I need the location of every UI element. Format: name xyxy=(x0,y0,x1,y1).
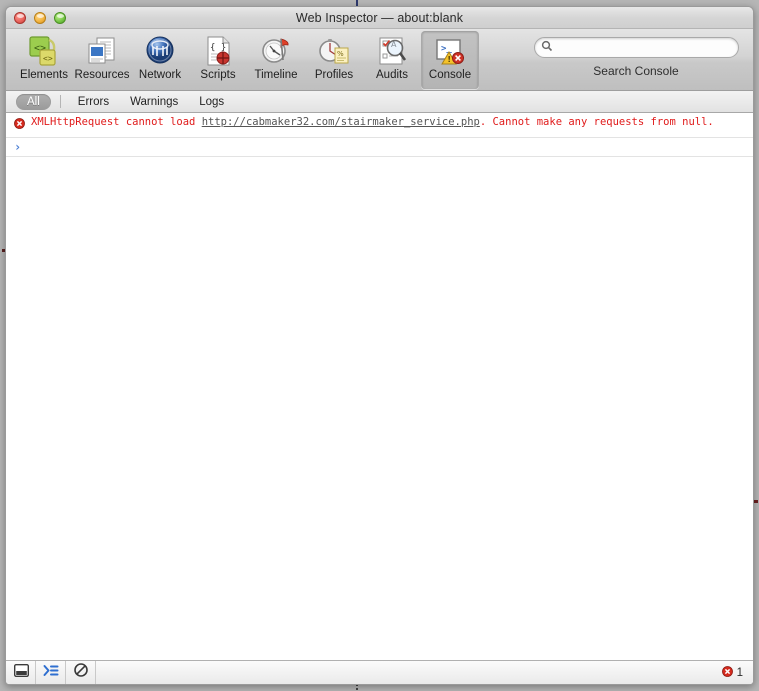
inspector-toolbar: <> <> Elements Resources Network {} Scr… xyxy=(6,29,753,91)
search-field[interactable] xyxy=(533,37,739,58)
message-text-after: . Cannot make any requests from null. xyxy=(479,116,714,128)
status-button-group xyxy=(6,661,96,684)
profiles-icon: % xyxy=(317,34,351,68)
panel-button-group: <> <> Elements Resources Network {} Scr… xyxy=(6,29,479,89)
panel-button-profiles[interactable]: % Profiles xyxy=(305,31,363,89)
filter-warnings[interactable]: Warnings xyxy=(121,94,187,110)
elements-icon: <> <> xyxy=(27,34,61,68)
console-prompt-row[interactable]: › xyxy=(6,138,753,157)
scripts-icon: { } xyxy=(201,34,235,68)
filter-all[interactable]: All xyxy=(16,93,51,110)
message-text-before: XMLHttpRequest cannot load xyxy=(31,116,202,128)
close-button[interactable] xyxy=(14,11,26,24)
message-link[interactable]: http://cabmaker32.com/stairmaker_service… xyxy=(202,116,480,128)
console-output[interactable]: XMLHttpRequest cannot load http://cabmak… xyxy=(6,113,753,660)
panel-button-elements[interactable]: <> <> Elements xyxy=(15,31,73,89)
window-controls xyxy=(14,11,66,24)
search-caption: Search Console xyxy=(593,64,679,78)
window-title: Web Inspector — about:blank xyxy=(295,10,464,25)
svg-text:%: % xyxy=(337,50,344,58)
svg-text:!: ! xyxy=(447,55,451,64)
dock-to-bottom-button[interactable] xyxy=(6,661,36,684)
error-count-badge[interactable]: 1 xyxy=(721,665,743,680)
console-icon: >_ ! xyxy=(433,34,467,68)
no-entry-icon xyxy=(73,663,88,682)
panel-button-resources[interactable]: Resources xyxy=(73,31,131,89)
clear-console-button[interactable] xyxy=(66,661,96,684)
error-badge-icon xyxy=(721,665,733,680)
timeline-icon xyxy=(259,34,293,68)
console-filter-bar: All Errors Warnings Logs xyxy=(6,91,753,113)
console-message-text: XMLHttpRequest cannot load http://cabmak… xyxy=(31,115,734,129)
search-icon xyxy=(541,39,553,57)
console-prompt-input[interactable] xyxy=(29,141,749,153)
panel-label-resources: Resources xyxy=(74,69,130,81)
filter-logs[interactable]: Logs xyxy=(190,94,233,110)
panel-label-timeline: Timeline xyxy=(254,69,298,81)
panel-label-scripts: Scripts xyxy=(200,69,236,81)
svg-text:<>: <> xyxy=(43,54,53,63)
zoom-button[interactable] xyxy=(54,11,66,24)
dock-window-icon xyxy=(13,663,29,682)
svg-text:>_: >_ xyxy=(441,44,452,54)
panel-button-timeline[interactable]: Timeline xyxy=(247,31,305,89)
error-icon xyxy=(14,116,25,134)
console-message-error[interactable]: XMLHttpRequest cannot load http://cabmak… xyxy=(6,113,753,138)
search-area: Search Console xyxy=(531,37,741,78)
panel-label-network: Network xyxy=(138,69,182,81)
svg-text:{ }: { } xyxy=(210,43,226,53)
panel-label-console: Console xyxy=(428,69,472,81)
titlebar[interactable]: Web Inspector — about:blank xyxy=(6,7,753,29)
minimize-button[interactable] xyxy=(34,11,46,24)
panel-label-profiles: Profiles xyxy=(314,69,354,81)
execution-context-button[interactable] xyxy=(36,661,66,684)
web-inspector-window: Web Inspector — about:blank <> <> Elemen… xyxy=(5,6,754,685)
panel-button-scripts[interactable]: { } Scripts xyxy=(189,31,247,89)
audits-icon: A xyxy=(375,34,409,68)
error-count-value: 1 xyxy=(736,666,743,679)
panel-button-console[interactable]: >_ ! Console xyxy=(421,31,479,89)
panel-button-audits[interactable]: A Audits xyxy=(363,31,421,89)
filter-separator xyxy=(59,95,61,108)
console-status-bar: 1 xyxy=(6,660,753,684)
filter-errors[interactable]: Errors xyxy=(69,94,118,110)
prompt-caret-icon: › xyxy=(14,140,22,154)
search-input[interactable] xyxy=(556,41,727,54)
network-icon xyxy=(143,34,177,68)
panel-label-audits: Audits xyxy=(376,69,408,81)
panel-label-elements: Elements xyxy=(20,69,68,81)
window-resize-handle-bottom-2[interactable] xyxy=(356,688,358,690)
prompt-chevron-list-icon xyxy=(43,664,59,682)
resources-icon xyxy=(85,34,119,68)
panel-button-network[interactable]: Network xyxy=(131,31,189,89)
